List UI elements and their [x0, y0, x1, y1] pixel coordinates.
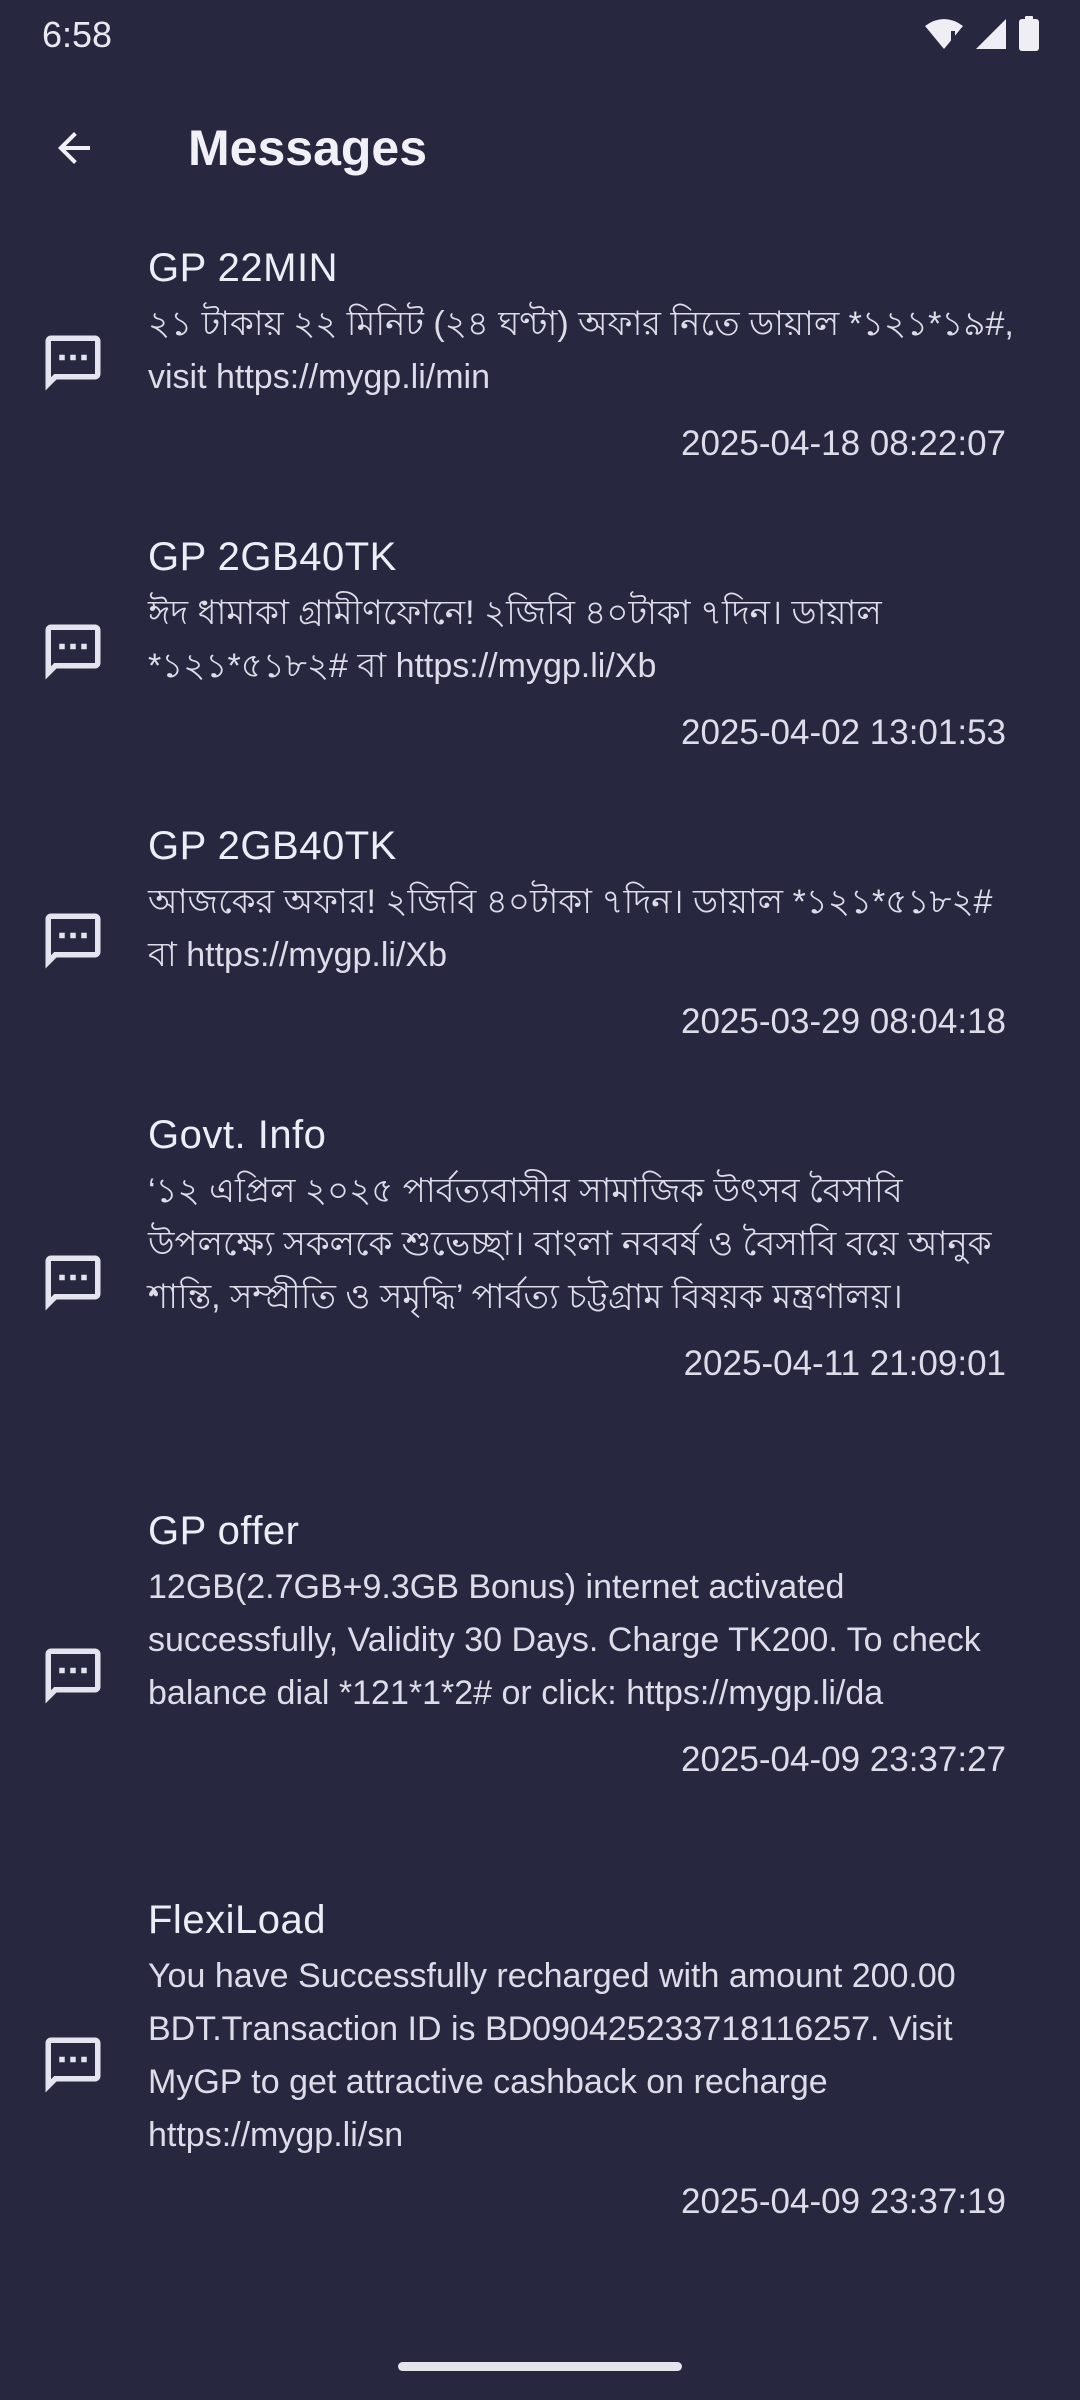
message-icon: [45, 1255, 101, 1311]
message-list: GP 22MIN ২১ টাকায় ২২ মিনিট (২৪ ঘণ্টা) অ…: [0, 236, 1080, 2277]
message-item[interactable]: GP 2GB40TK ঈদ ধামাকা গ্রামীণফোনে! ২জিবি …: [0, 525, 1080, 814]
message-item[interactable]: GP 2GB40TK আজকের অফার! ২জিবি ৪০টাকা ৭দিন…: [0, 814, 1080, 1103]
message-icon: [45, 1648, 101, 1704]
message-text: ২১ টাকায় ২২ মিনিট (২৪ ঘণ্টা) অফার নিতে …: [148, 305, 1014, 396]
message-text: ঈদ ধামাকা গ্রামীণফোনে! ২জিবি ৪০টাকা ৭দিন…: [148, 594, 882, 685]
message-item[interactable]: FlexiLoad You have Successfully recharge…: [0, 1888, 1080, 2277]
message-icon: [45, 2037, 101, 2093]
message-timestamp: 2025-04-09 23:37:27: [681, 1740, 1006, 1779]
message-icon: [45, 913, 101, 969]
message-sender: GP 22MIN: [148, 246, 338, 290]
message-icon: [45, 624, 101, 680]
message-text: আজকের অফার! ২জিবি ৪০টাকা ৭দিন। ডায়াল *১…: [148, 883, 993, 974]
app-bar: Messages: [0, 92, 1080, 204]
arrow-back-icon: [58, 132, 90, 164]
message-item[interactable]: GP 22MIN ২১ টাকায় ২২ মিনিট (২৪ ঘণ্টা) অ…: [0, 236, 1080, 525]
message-icon: [45, 335, 101, 391]
home-indicator[interactable]: [398, 2362, 682, 2371]
message-timestamp: 2025-04-02 13:01:53: [681, 713, 1006, 752]
message-sender: Govt. Info: [148, 1113, 327, 1157]
status-icons: [924, 16, 1040, 52]
back-button[interactable]: [36, 110, 112, 186]
message-text: 12GB(2.7GB+9.3GB Bonus) internet activat…: [148, 1568, 981, 1712]
message-timestamp: 2025-04-18 08:22:07: [681, 424, 1006, 463]
message-sender: GP offer: [148, 1509, 300, 1553]
battery-icon: [1019, 16, 1039, 51]
message-item[interactable]: Govt. Info ‘১২ এপ্রিল ২০২৫ পার্বত্যবাসীর…: [0, 1103, 1080, 1499]
message-timestamp: 2025-03-29 08:04:18: [681, 1002, 1006, 1041]
status-time: 6:58: [42, 14, 113, 55]
wifi-icon: [925, 19, 963, 49]
message-timestamp: 2025-04-11 21:09:01: [683, 1344, 1006, 1383]
message-sender: GP 2GB40TK: [148, 824, 397, 868]
message-sender: GP 2GB40TK: [148, 535, 397, 579]
message-text: ‘১২ এপ্রিল ২০২৫ পার্বত্যবাসীর সামাজিক উৎ…: [148, 1172, 992, 1316]
signal-icon: [976, 19, 1006, 49]
message-timestamp: 2025-04-09 23:37:19: [681, 2182, 1006, 2221]
page-title: Messages: [188, 120, 428, 176]
status-bar: 6:58: [0, 0, 1080, 72]
message-sender: FlexiLoad: [148, 1898, 326, 1942]
message-text: You have Successfully recharged with amo…: [148, 1957, 956, 2154]
message-item[interactable]: GP offer 12GB(2.7GB+9.3GB Bonus) interne…: [0, 1499, 1080, 1888]
